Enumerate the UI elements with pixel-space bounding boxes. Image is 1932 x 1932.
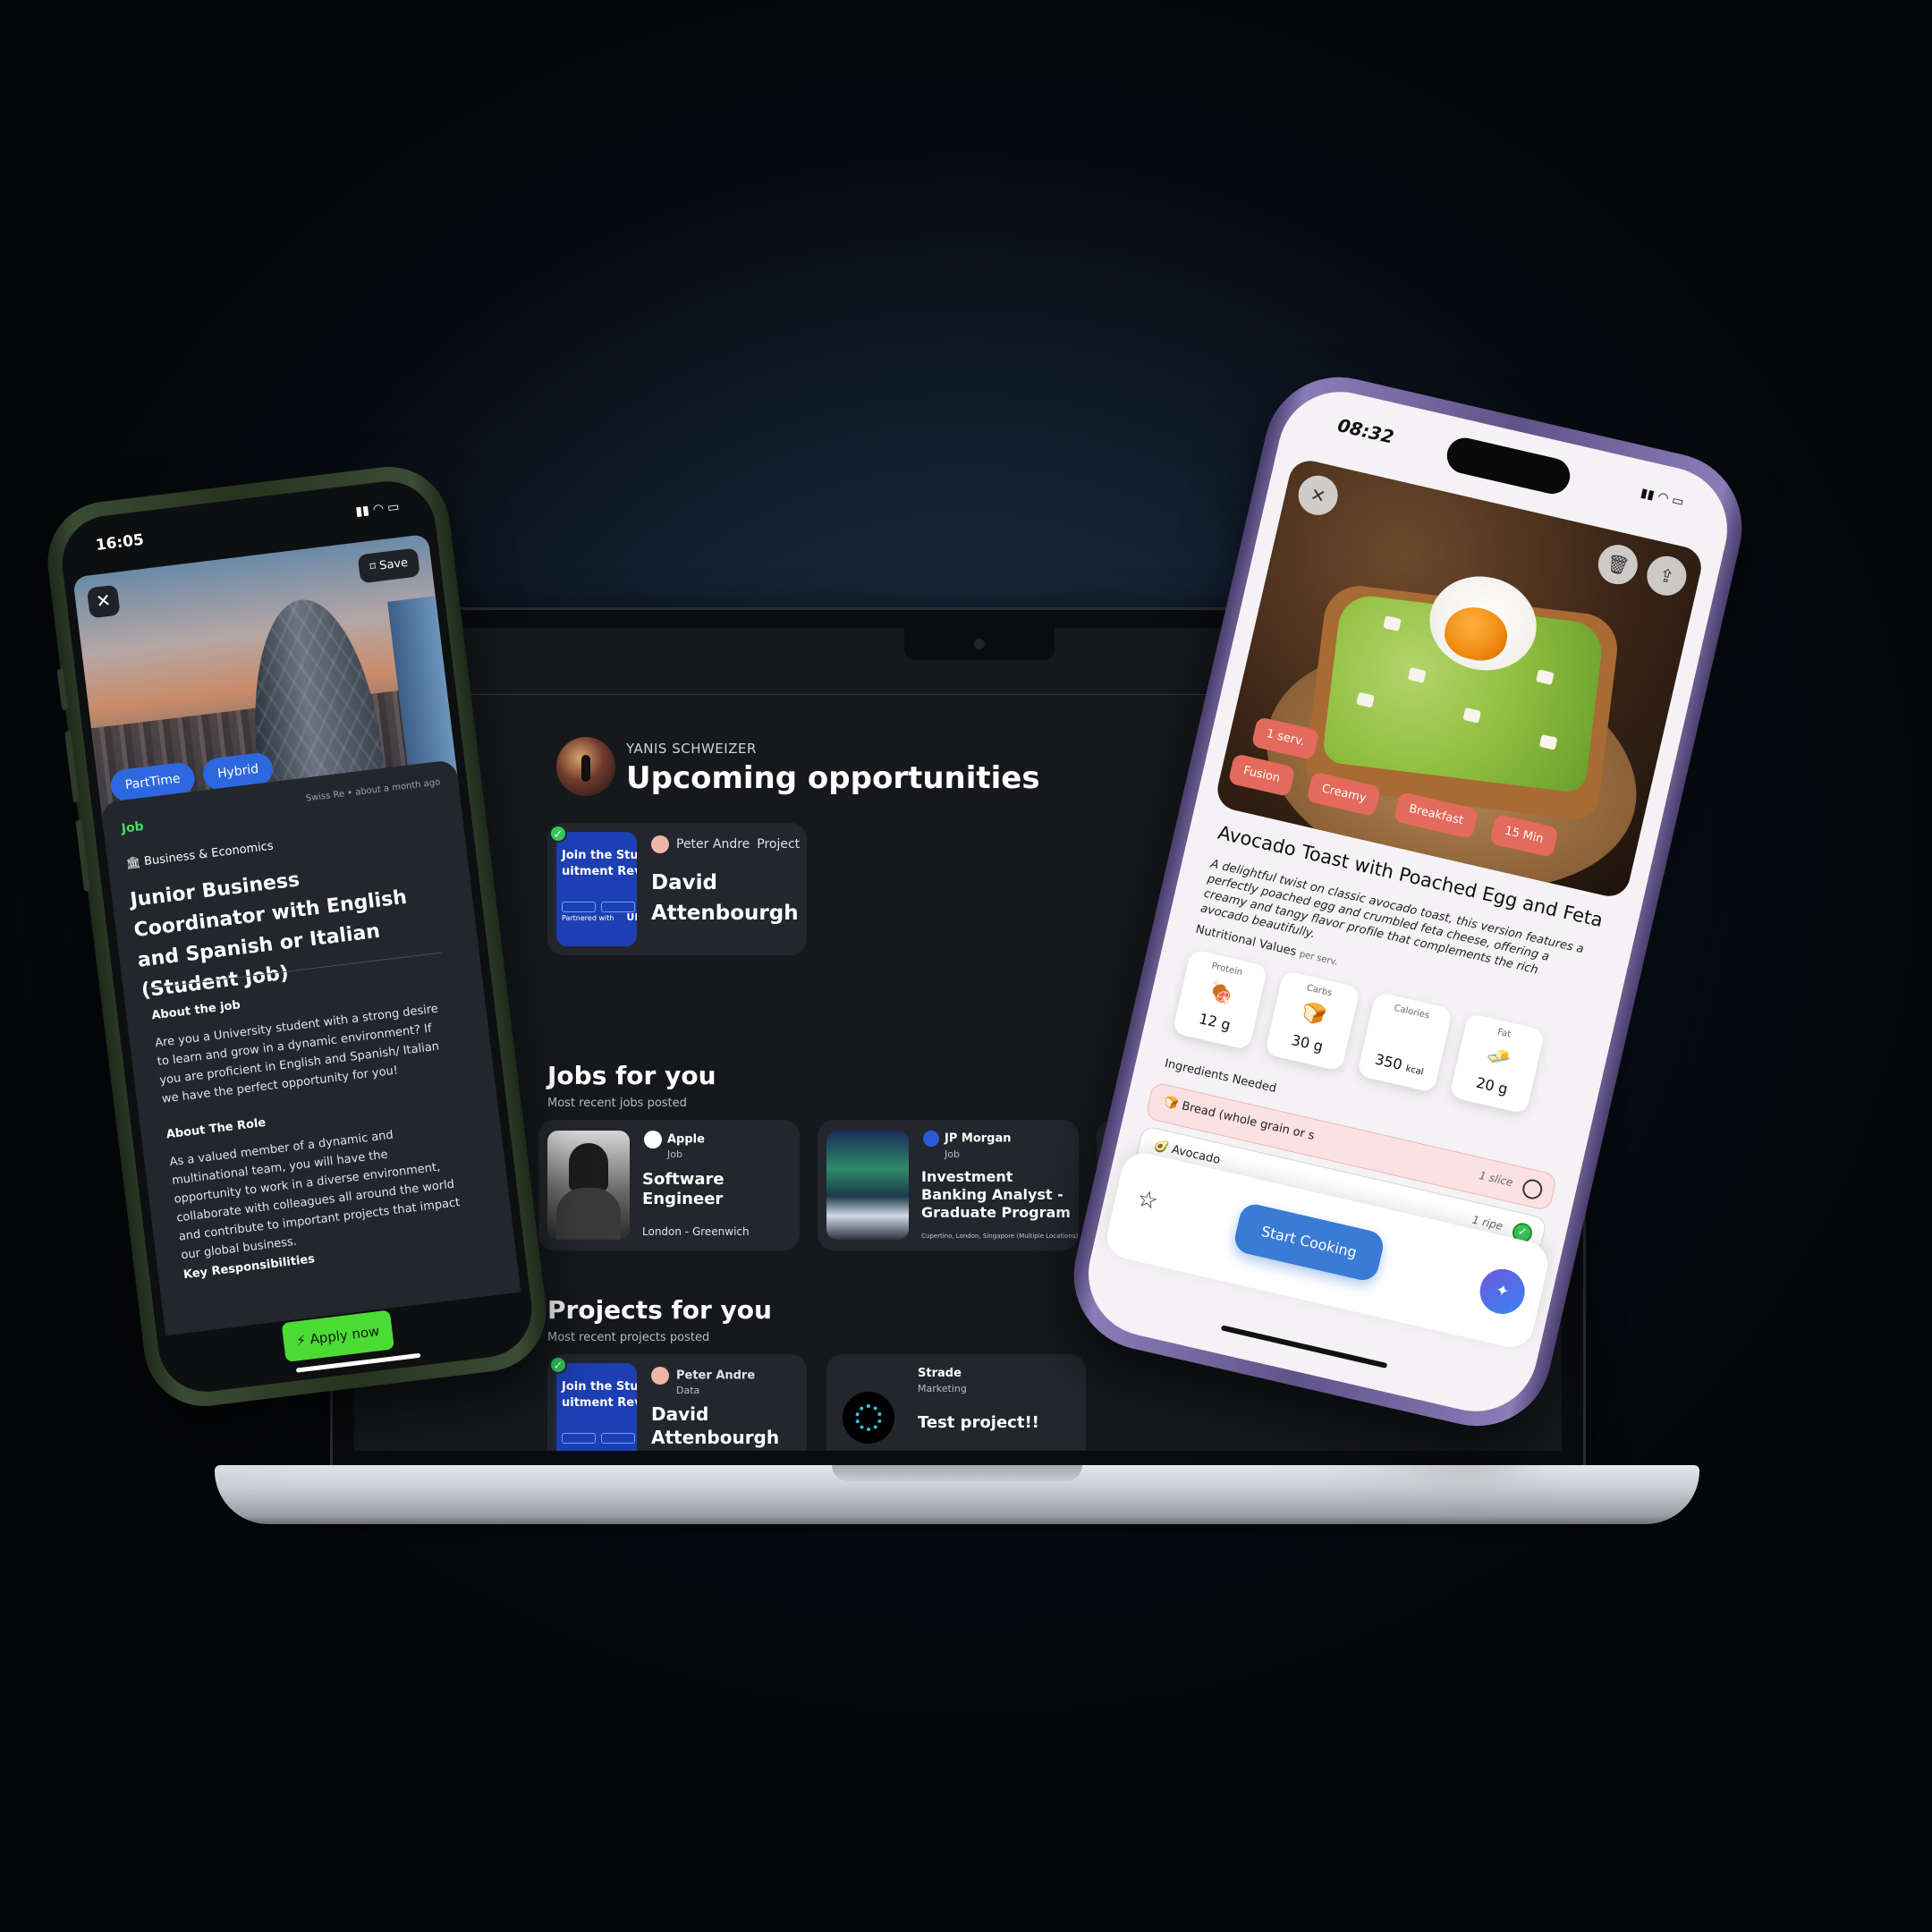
- jobs-section-subtitle: Most recent jobs posted: [547, 1097, 687, 1110]
- card-meta: Peter Andre Project: [651, 835, 800, 853]
- star-icon[interactable]: ☆: [1134, 1185, 1160, 1216]
- nutrition-fat: Fat 🧈 20 g: [1449, 1013, 1546, 1114]
- author-avatar: [651, 1367, 669, 1385]
- project-card[interactable]: Strade Marketing Test project!!: [826, 1354, 1086, 1451]
- project-thumbnail: Join the Studen uitment Revolu Partnered…: [556, 832, 637, 946]
- company-name: JP Morgan: [923, 1131, 1012, 1147]
- job-location: London - Greenwich: [642, 1225, 750, 1238]
- nutrition-protein: Protein 🍖 12 g: [1172, 948, 1268, 1051]
- ingredient-checkbox[interactable]: [1521, 1177, 1545, 1201]
- start-cooking-button[interactable]: Start Cooking: [1232, 1201, 1386, 1284]
- projects-section-title: Projects for you: [547, 1295, 772, 1325]
- project-card[interactable]: Join the Studen uitment Revolu ✓ Peter A…: [547, 1354, 807, 1451]
- user-name: YANIS SCHWEIZER: [626, 741, 757, 757]
- status-icons: ▮▮ ◠ ▭: [1639, 486, 1686, 510]
- category-label: 🏛 Business & Economics: [124, 839, 275, 871]
- job-title: Investment Banking Analyst - Graduate Pr…: [921, 1168, 1071, 1221]
- nutrition-calories: Calories ⚡ 350 kcal: [1356, 991, 1453, 1093]
- role-text: As a valued member of a dynamic and mult…: [168, 1128, 462, 1263]
- projects-section-subtitle: Most recent projects posted: [547, 1331, 710, 1344]
- sparkle-icon[interactable]: ✦: [1475, 1264, 1530, 1318]
- user-avatar[interactable]: [556, 737, 615, 796]
- author-avatar: [651, 835, 669, 853]
- project-author: Strade: [918, 1367, 962, 1380]
- job-title: Junior Business Coordinator with English…: [129, 869, 409, 1003]
- strade-logo-icon: [843, 1392, 894, 1444]
- save-button[interactable]: ⌑ Save: [357, 547, 420, 584]
- recipe-hero-image: ✕ 🗑 ⇪ 1 serv. Fusion Creamy Breakfast 15…: [1213, 456, 1706, 901]
- job-image: [547, 1131, 630, 1240]
- job-location: Cupertino, London, Singapore (Multiple L…: [921, 1233, 1079, 1240]
- job-card-jpmorgan[interactable]: JP Morgan Job Investment Banking Analyst…: [818, 1120, 1079, 1250]
- project-title: Test project!!: [918, 1413, 1039, 1432]
- status-icons: ▮▮ ◠ ▭: [354, 499, 401, 520]
- upcoming-opportunity-card[interactable]: Join the Studen uitment Revolu Partnered…: [547, 823, 807, 955]
- laptop-base: [215, 1465, 1699, 1524]
- bank-icon: 🏛: [124, 855, 146, 871]
- status-time: 16:05: [94, 530, 146, 555]
- project-thumbnail: Join the Studen uitment Revolu: [556, 1363, 637, 1451]
- company-name: Apple: [644, 1131, 705, 1148]
- thumb-text: uitment Revolu: [562, 865, 637, 878]
- job-image: [826, 1131, 909, 1240]
- thumb-partner: Partnered withUNIDAY: [562, 911, 637, 923]
- dynamic-island: [1443, 434, 1574, 498]
- job-type-label: Job: [120, 819, 145, 836]
- project-title: David Attenbourgh: [651, 1403, 780, 1448]
- job-card-apple[interactable]: Apple Job Software Engineer London - Gre…: [538, 1120, 800, 1250]
- project-kind: Data: [676, 1385, 700, 1396]
- camera-notch: [904, 628, 1055, 660]
- jpmorgan-logo-icon: [923, 1131, 939, 1147]
- status-time: 08:32: [1335, 414, 1396, 448]
- verified-icon: ✓: [549, 825, 567, 843]
- page-title: Upcoming opportunities: [626, 760, 1040, 796]
- job-kind: Job: [667, 1148, 682, 1160]
- job-title: Software Engineer: [642, 1170, 724, 1208]
- close-button[interactable]: ✕: [86, 584, 121, 619]
- close-button[interactable]: ✕: [1294, 471, 1342, 520]
- jobs-section-title: Jobs for you: [547, 1061, 716, 1090]
- job-kind: Job: [945, 1148, 960, 1160]
- card-title: David Attenbourgh: [651, 871, 799, 925]
- nutrition-carbs: Carbs 🍞 30 g: [1264, 970, 1360, 1072]
- thumb-text: uitment Revolu: [562, 1396, 637, 1410]
- thumb-text: Join the Studen: [562, 1380, 637, 1394]
- job-detail-sheet: Job Swiss Re • about a month ago 🏛 Busin…: [100, 758, 521, 1336]
- project-kind: Marketing: [918, 1383, 967, 1394]
- share-icon[interactable]: ⇪: [1642, 552, 1690, 600]
- apple-logo-icon: [644, 1131, 662, 1148]
- company-meta: Swiss Re • about a month ago: [305, 777, 441, 804]
- role-heading: About The Role: [165, 1115, 267, 1142]
- thumb-text: Join the Studen: [562, 849, 637, 862]
- trash-icon[interactable]: 🗑: [1594, 540, 1642, 589]
- card-author: Peter Andre: [651, 1367, 755, 1385]
